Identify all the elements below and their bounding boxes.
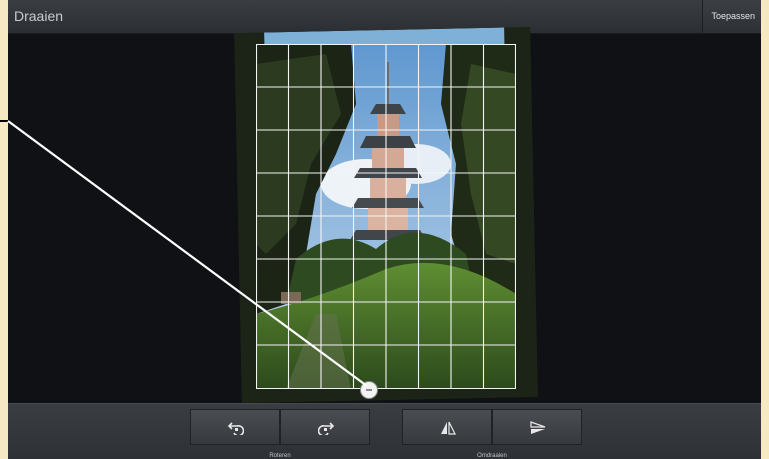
rotate-right-button[interactable] bbox=[280, 409, 370, 445]
flip-vertical-button[interactable] bbox=[492, 409, 582, 445]
apply-button[interactable]: Toepassen bbox=[702, 0, 761, 33]
flip-horizontal-icon bbox=[441, 421, 456, 435]
rotate-left-button[interactable] bbox=[190, 409, 280, 445]
flip-group: Omdraaien bbox=[402, 409, 582, 459]
rotate-group: Roteren bbox=[190, 409, 370, 459]
app-window: Draaien Toepassen Roteren Omdraaien bbox=[8, 0, 761, 459]
rotation-handle[interactable] bbox=[360, 381, 378, 399]
bottom-toolbar: Roteren Omdraaien bbox=[8, 403, 761, 459]
rotate-right-icon bbox=[318, 422, 334, 435]
flip-group-label: Omdraaien bbox=[477, 453, 507, 459]
image-canvas bbox=[8, 26, 761, 404]
page-title: Draaien bbox=[14, 8, 64, 24]
rotate-group-label: Roteren bbox=[269, 453, 291, 459]
rotate-left-icon bbox=[228, 422, 244, 435]
photo-crop-area[interactable] bbox=[256, 44, 516, 389]
flip-vertical-icon bbox=[530, 421, 546, 434]
top-bar: Draaien Toepassen bbox=[8, 0, 761, 34]
flip-horizontal-button[interactable] bbox=[402, 409, 492, 445]
